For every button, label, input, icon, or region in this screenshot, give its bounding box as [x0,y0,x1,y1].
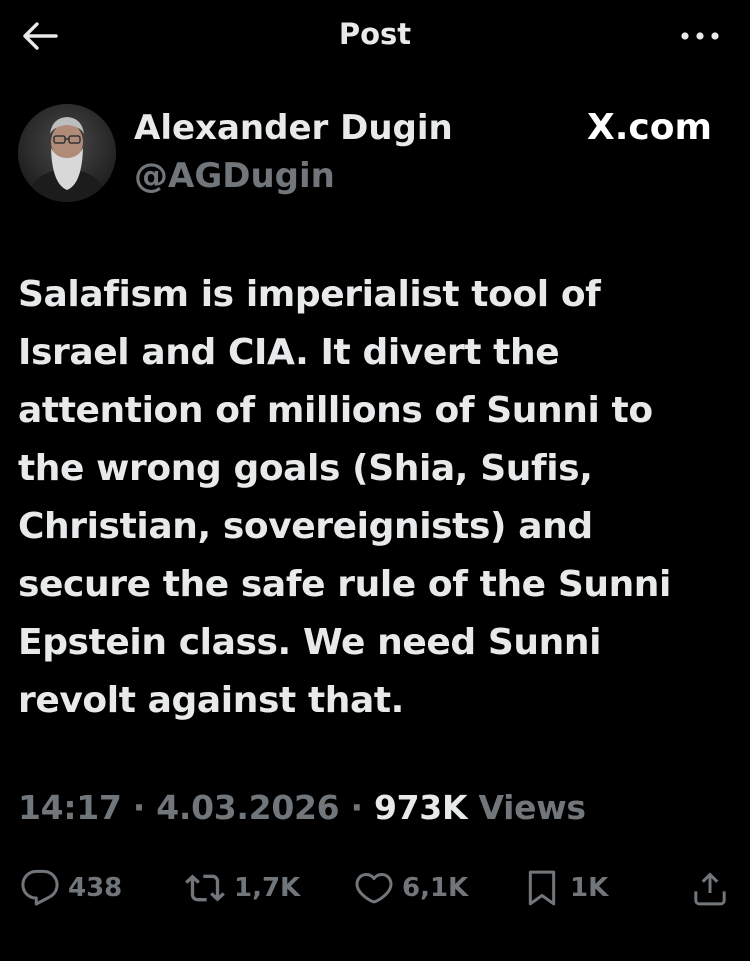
post-text-line: Epstein class. We need Sunni [18,622,602,663]
repost-button[interactable]: 1,7K [184,866,300,910]
repost-icon [185,874,225,902]
meta-separator: · [132,788,146,827]
page-title: Post [338,17,412,51]
avatar[interactable] [18,104,116,202]
reply-count: 438 [68,873,123,903]
more-options-button[interactable] [678,18,722,54]
post-meta: 14:17 · 4.03.2026 · 973K Views [18,786,586,830]
share-button[interactable] [690,866,730,910]
heart-icon [355,873,393,904]
post-text-line: Christian, sovereignists) and [18,506,593,547]
post-text-line: Salafism is imperialist tool of [18,274,601,315]
watermark-text: X.com [586,107,712,148]
share-icon [694,872,726,906]
author-handle[interactable]: @AGDugin [134,154,335,198]
like-button[interactable]: 6,1K [354,866,468,910]
bookmark-count: 1K [570,873,609,903]
views-count: 973K [373,788,468,827]
post-text-line: secure the safe rule of the Sunni [18,564,671,605]
more-horizontal-icon [681,32,719,40]
meta-separator: · [350,788,364,827]
action-bar: 438 1,7K 6,1K 1K [0,860,750,916]
reply-icon [21,869,59,906]
post-text-line: attention of millions of Sunni to [18,390,653,431]
post-date[interactable]: 4.03.2026 [156,788,339,827]
top-bar: Post [0,0,750,72]
repost-count: 1,7K [234,873,301,903]
reply-button[interactable]: 438 [20,866,122,910]
views-label: Views [478,788,586,827]
post-text-line: revolt against that. [18,680,404,721]
avatar-photo [18,104,116,202]
post-time[interactable]: 14:17 [18,788,122,827]
bookmark-icon [528,870,556,906]
bookmark-button[interactable]: 1K [522,866,608,910]
post-text-line: the wrong goals (Shia, Sufis, [18,448,593,489]
author-name[interactable]: Alexander Dugin [134,106,453,150]
post-text-line: Israel and CIA. It divert the [18,332,560,373]
like-count: 6,1K [402,873,469,903]
post-text: Salafism is imperialist tool of Israel a… [18,266,718,730]
